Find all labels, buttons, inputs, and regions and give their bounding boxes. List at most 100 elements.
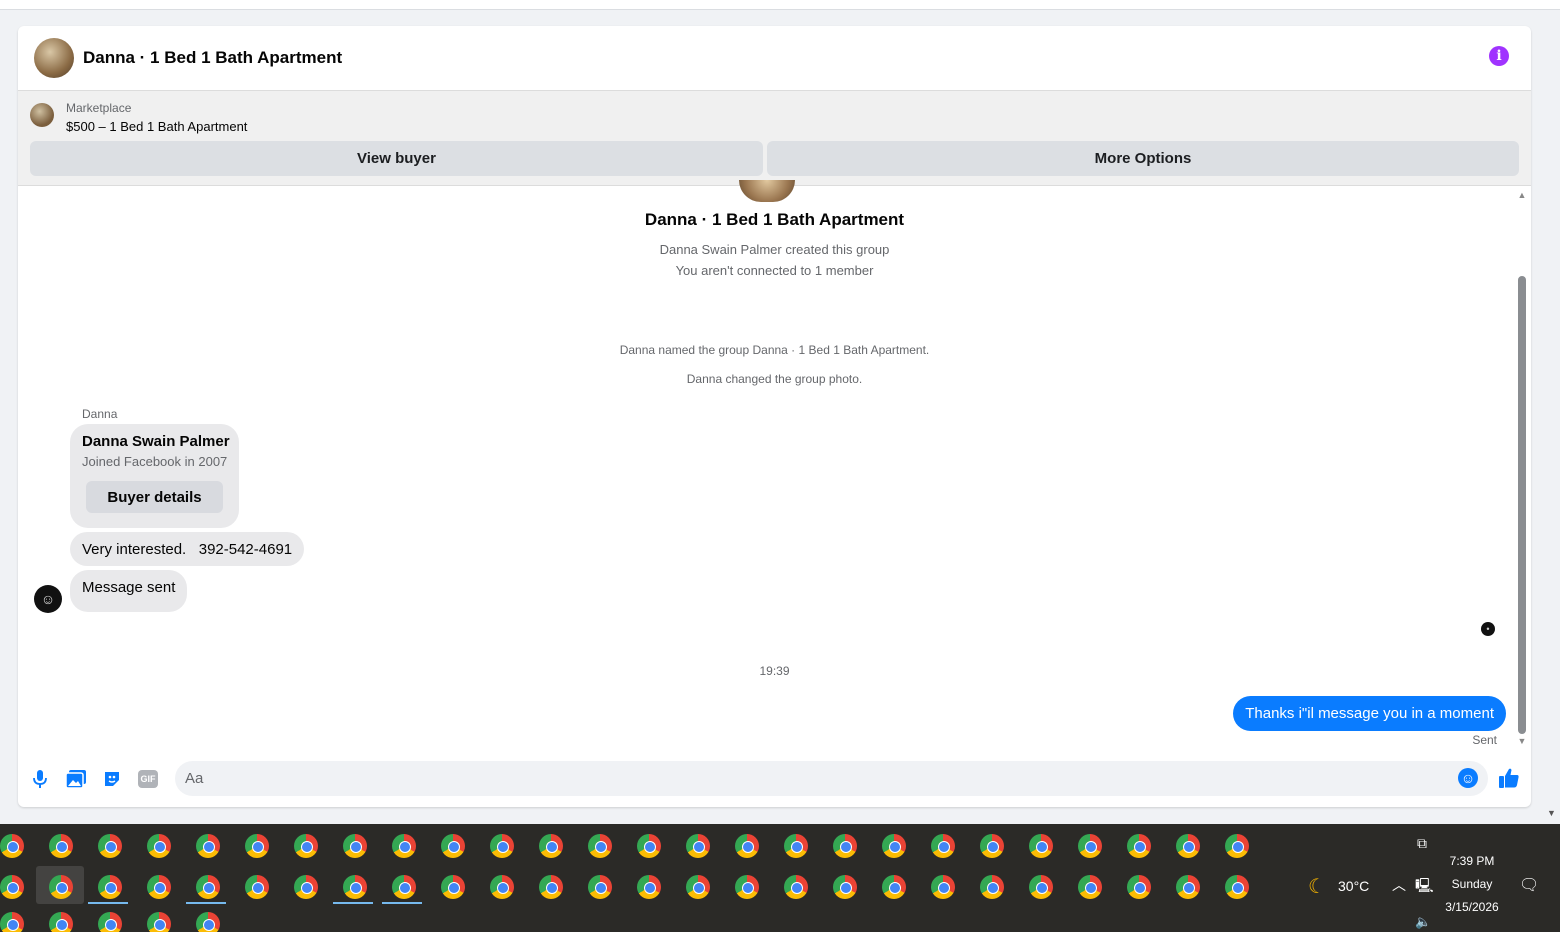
chrome-app-icon[interactable] xyxy=(49,875,73,899)
chrome-app-icon[interactable] xyxy=(588,875,612,899)
chrome-app-icon[interactable] xyxy=(1029,875,1053,899)
gif-icon[interactable]: GIF xyxy=(137,768,159,790)
composer-bar: GIF ☺ xyxy=(18,760,1531,800)
buyer-details-button[interactable]: Buyer details xyxy=(86,481,223,513)
chrome-app-icon[interactable] xyxy=(784,875,808,899)
weather-moon-icon[interactable]: ☾ xyxy=(1308,874,1326,899)
group-created-note: Danna Swain Palmer created this group xyxy=(659,242,890,257)
chrome-app-icon[interactable] xyxy=(833,875,857,899)
chrome-app-icon[interactable] xyxy=(931,875,955,899)
chrome-app-icon[interactable] xyxy=(98,834,122,858)
chrome-app-icon[interactable] xyxy=(343,834,367,858)
chrome-app-icon[interactable] xyxy=(196,912,220,932)
buyer-joined: Joined Facebook in 2007 xyxy=(82,454,228,469)
info-icon[interactable]: i xyxy=(1489,46,1509,66)
more-options-button[interactable]: More Options xyxy=(767,141,1519,176)
meet-now-icon[interactable]: ⧉ xyxy=(1417,835,1427,852)
chrome-app-icon[interactable] xyxy=(1078,875,1102,899)
chrome-app-icon[interactable] xyxy=(196,875,220,899)
view-buyer-button[interactable]: View buyer xyxy=(30,141,763,176)
network-icon[interactable]: 🖳 xyxy=(1415,875,1434,899)
chrome-app-icon[interactable] xyxy=(1078,834,1102,858)
weather-temperature[interactable]: 30°C xyxy=(1338,878,1369,894)
show-hidden-icons-chevron-icon[interactable]: ︿ xyxy=(1392,875,1406,895)
chrome-app-icon[interactable] xyxy=(147,912,171,932)
scroll-down-arrow-icon[interactable]: ▼ xyxy=(1516,736,1528,746)
group-avatar[interactable] xyxy=(34,38,74,78)
chrome-app-icon[interactable] xyxy=(1176,875,1200,899)
chrome-app-icon[interactable] xyxy=(588,834,612,858)
chrome-app-icon[interactable] xyxy=(49,912,73,932)
chrome-app-icon[interactable] xyxy=(392,834,416,858)
chrome-app-icon[interactable] xyxy=(0,912,24,932)
chrome-app-icon[interactable] xyxy=(637,834,661,858)
chrome-app-icon[interactable] xyxy=(833,834,857,858)
group-photo xyxy=(739,180,795,202)
chrome-app-icon[interactable] xyxy=(1029,834,1053,858)
chrome-app-icon[interactable] xyxy=(882,875,906,899)
message-input[interactable] xyxy=(175,761,1488,796)
chrome-app-icon[interactable] xyxy=(490,834,514,858)
chrome-app-icon[interactable] xyxy=(735,834,759,858)
chrome-app-icon[interactable] xyxy=(0,875,24,899)
chrome-app-icon[interactable] xyxy=(735,875,759,899)
chrome-app-icon[interactable] xyxy=(147,834,171,858)
clock-date[interactable]: 3/15/2026 xyxy=(1440,900,1504,914)
volume-icon[interactable]: 🔈 xyxy=(1415,914,1431,930)
sender-avatar[interactable]: ☺ xyxy=(34,585,62,613)
chrome-app-icon[interactable] xyxy=(392,875,416,899)
clock-time[interactable]: 7:39 PM xyxy=(1440,854,1504,868)
chrome-app-icon[interactable] xyxy=(931,834,955,858)
microphone-icon[interactable] xyxy=(29,768,51,790)
chrome-app-icon[interactable] xyxy=(441,834,465,858)
chrome-app-icon[interactable] xyxy=(49,834,73,858)
chrome-app-icon[interactable] xyxy=(1225,834,1249,858)
listing-thumbnail[interactable] xyxy=(30,103,54,127)
chrome-app-icon[interactable] xyxy=(294,875,318,899)
chrome-app-icon[interactable] xyxy=(1176,834,1200,858)
chrome-app-icon[interactable] xyxy=(686,834,710,858)
chrome-app-icon[interactable] xyxy=(147,875,171,899)
thumbs-up-icon[interactable] xyxy=(1496,765,1522,791)
page-scroll-down-icon[interactable]: ▼ xyxy=(1547,808,1556,818)
chrome-app-icon[interactable] xyxy=(539,834,563,858)
chrome-app-icon[interactable] xyxy=(637,875,661,899)
chrome-app-icon[interactable] xyxy=(98,912,122,932)
scroll-up-arrow-icon[interactable]: ▲ xyxy=(1516,190,1528,200)
incoming-message[interactable]: Message sent xyxy=(70,570,188,612)
chrome-app-icon[interactable] xyxy=(343,875,367,899)
clock-day[interactable]: Sunday xyxy=(1440,877,1504,891)
outgoing-message[interactable]: Thanks i"il message you in a moment xyxy=(1233,696,1506,731)
chrome-app-icon[interactable] xyxy=(882,834,906,858)
chrome-app-icon[interactable] xyxy=(980,875,1004,899)
thread-group-name: Danna · 1 Bed 1 Bath Apartment xyxy=(644,210,905,229)
chrome-app-icon[interactable] xyxy=(441,875,465,899)
scroll-thumb[interactable] xyxy=(1518,276,1526,734)
chrome-app-icon[interactable] xyxy=(196,834,220,858)
photo-icon[interactable] xyxy=(65,768,87,790)
chrome-app-icon[interactable] xyxy=(490,875,514,899)
running-app-indicator xyxy=(88,902,128,904)
chrome-app-icon[interactable] xyxy=(245,875,269,899)
chrome-app-icon[interactable] xyxy=(980,834,1004,858)
chat-window: Danna · 1 Bed 1 Bath Apartment i Marketp… xyxy=(18,26,1531,807)
chrome-app-icon[interactable] xyxy=(245,834,269,858)
chrome-app-icon[interactable] xyxy=(784,834,808,858)
emoji-icon[interactable]: ☺ xyxy=(1458,768,1478,788)
chat-title[interactable]: Danna · 1 Bed 1 Bath Apartment xyxy=(83,48,342,68)
incoming-message[interactable]: Very interested. 392-542-4691 xyxy=(70,532,305,566)
message-scrollbar[interactable]: ▲ ▼ xyxy=(1516,190,1528,746)
message-list: Danna · 1 Bed 1 Bath Apartment Danna Swa… xyxy=(18,180,1531,748)
chrome-app-icon[interactable] xyxy=(1127,834,1151,858)
chrome-app-icon[interactable] xyxy=(98,875,122,899)
chrome-app-icon[interactable] xyxy=(686,875,710,899)
listing-title[interactable]: $500 – 1 Bed 1 Bath Apartment xyxy=(66,119,247,134)
message-status: Sent xyxy=(1472,733,1497,747)
notification-center-icon[interactable]: 🗨 xyxy=(1519,875,1539,895)
chrome-app-icon[interactable] xyxy=(1127,875,1151,899)
sticker-icon[interactable] xyxy=(101,768,123,790)
chrome-app-icon[interactable] xyxy=(0,834,24,858)
chrome-app-icon[interactable] xyxy=(539,875,563,899)
chrome-app-icon[interactable] xyxy=(1225,875,1249,899)
chrome-app-icon[interactable] xyxy=(294,834,318,858)
